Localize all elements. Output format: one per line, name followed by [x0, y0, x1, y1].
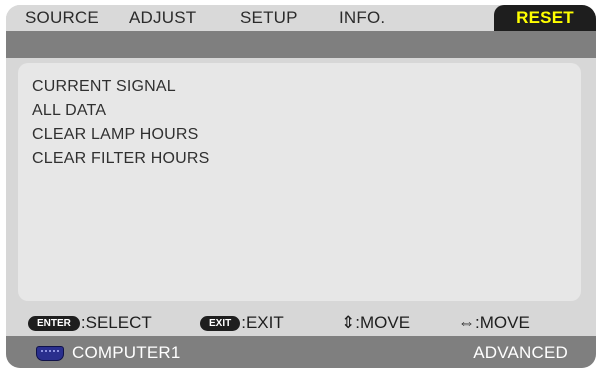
exit-key-badge: EXIT	[200, 316, 241, 331]
tab-adjust[interactable]: ADJUST	[129, 8, 196, 28]
help-move-horizontal: ⇔:MOVE	[458, 312, 530, 334]
reset-menu-list: CURRENT SIGNAL ALL DATA CLEAR LAMP HOURS…	[32, 75, 210, 171]
osd-menu: SOURCE ADJUST SETUP INFO. RESET CURRENT …	[6, 5, 596, 368]
input-source-label: COMPUTER1	[72, 343, 181, 362]
left-right-arrow-icon: ⇔	[458, 313, 475, 332]
up-down-arrow-icon: ⇕	[341, 313, 356, 332]
tab-info[interactable]: INFO.	[339, 8, 385, 28]
menu-mode-label: ADVANCED	[473, 343, 568, 362]
menu-item-current-signal[interactable]: CURRENT SIGNAL	[32, 75, 210, 99]
menu-item-clear-lamp-hours[interactable]: CLEAR LAMP HOURS	[32, 123, 210, 147]
help-select-text: :SELECT	[80, 313, 152, 332]
help-move-horizontal-text: :MOVE	[475, 313, 530, 332]
reset-menu-panel: CURRENT SIGNAL ALL DATA CLEAR LAMP HOURS…	[18, 63, 581, 301]
menu-tab-bar: SOURCE ADJUST SETUP INFO. RESET	[6, 5, 596, 35]
help-exit-text: :EXIT	[241, 313, 284, 332]
computer-connector-icon	[36, 346, 64, 361]
enter-key-badge: ENTER	[28, 316, 80, 331]
tab-source[interactable]: SOURCE	[25, 8, 99, 28]
menu-item-clear-filter-hours[interactable]: CLEAR FILTER HOURS	[32, 147, 210, 171]
menu-item-all-data[interactable]: ALL DATA	[32, 99, 210, 123]
help-select: ENTER:SELECT	[28, 312, 152, 334]
help-exit: EXIT:EXIT	[200, 312, 284, 334]
help-move-vertical: ⇕:MOVE	[341, 312, 410, 334]
status-bar: COMPUTER1 ADVANCED	[6, 336, 596, 368]
help-move-vertical-text: :MOVE	[355, 313, 411, 332]
tab-setup[interactable]: SETUP	[240, 8, 298, 28]
help-bar: ENTER:SELECT EXIT:EXIT ⇕:MOVE ⇔:MOVE	[6, 312, 596, 334]
title-strip	[6, 31, 596, 58]
